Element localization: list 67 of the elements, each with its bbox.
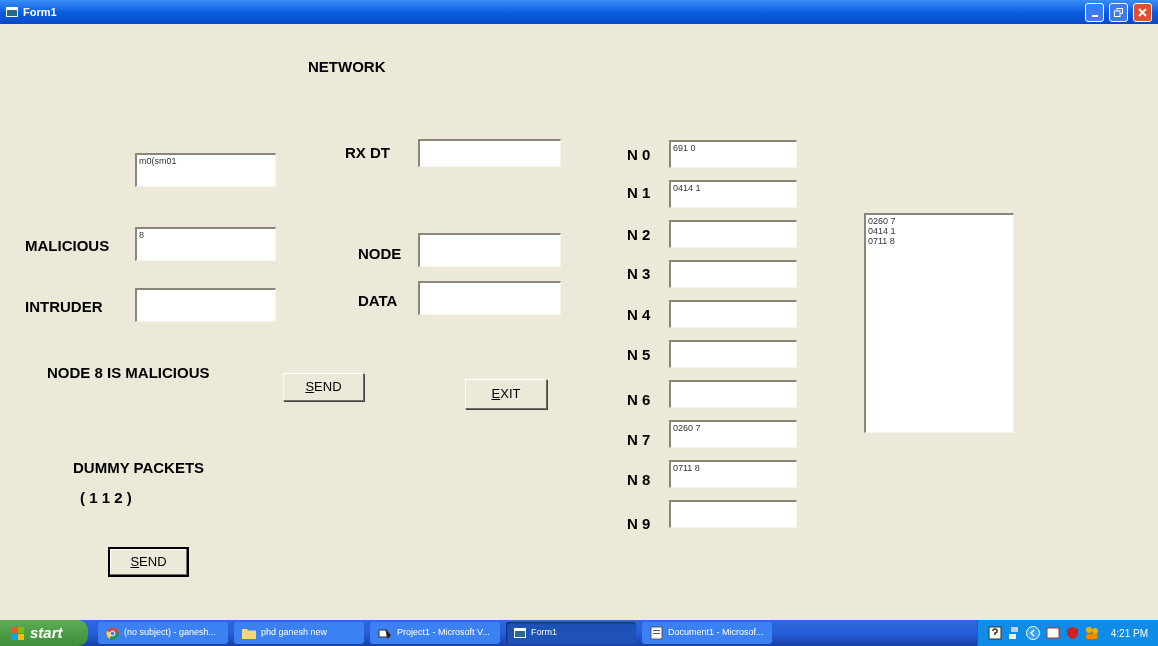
folder-icon xyxy=(242,627,256,639)
text-field[interactable] xyxy=(669,300,797,328)
text-field[interactable] xyxy=(418,233,561,267)
text-field[interactable] xyxy=(418,281,561,315)
text-field[interactable]: 0414 1 xyxy=(669,180,797,208)
text-field[interactable]: 8 xyxy=(135,227,276,261)
command-button[interactable]: SEND xyxy=(283,373,364,401)
form-label: NODE 8 IS MALICIOUS xyxy=(47,363,210,383)
text-field[interactable] xyxy=(669,380,797,408)
form-icon xyxy=(6,7,18,17)
monitor-icon[interactable] xyxy=(1045,626,1060,640)
text-field[interactable] xyxy=(418,139,561,167)
text-field[interactable]: 691 0 xyxy=(669,140,797,168)
taskbar-button[interactable]: Form1 xyxy=(506,622,636,644)
node-label: N 7 xyxy=(627,430,651,450)
text-field[interactable]: m0(sm01 xyxy=(135,153,276,187)
node-label: N 8 xyxy=(627,470,651,490)
node-label: N 4 xyxy=(627,305,651,325)
form-label: RX DT xyxy=(345,143,390,163)
people-icon[interactable] xyxy=(1084,626,1099,640)
taskbar-button[interactable]: Document1 - Microsof... xyxy=(642,622,772,644)
minimize-button[interactable] xyxy=(1085,2,1104,22)
node-label: N 3 xyxy=(627,264,651,284)
form-icon xyxy=(514,628,526,638)
windows-logo-icon xyxy=(10,625,26,641)
shield-icon[interactable] xyxy=(1065,626,1079,640)
help-icon[interactable] xyxy=(987,626,1002,640)
node-label: N 1 xyxy=(627,183,651,203)
form-label: NODE xyxy=(358,244,402,264)
list-box[interactable]: 0260 7 0414 1 0711 8 xyxy=(864,213,1014,433)
form-label: NETWORK xyxy=(308,57,386,77)
text-field[interactable] xyxy=(669,500,797,528)
node-label: N 9 xyxy=(627,514,651,534)
node-label: N 6 xyxy=(627,390,651,410)
form-label: DATA xyxy=(358,291,398,311)
chevron-icon[interactable] xyxy=(1025,626,1040,640)
browser-icon xyxy=(106,626,119,640)
restore-icon xyxy=(1114,7,1123,17)
close-button[interactable] xyxy=(1133,2,1152,22)
text-field[interactable] xyxy=(669,260,797,288)
taskbar-button[interactable]: phd ganesh new xyxy=(234,622,364,644)
text-field[interactable]: 0260 7 xyxy=(669,420,797,448)
network-icon[interactable] xyxy=(1007,626,1020,640)
node-label: N 0 xyxy=(627,145,651,165)
command-button[interactable]: EXIT xyxy=(465,379,547,409)
node-label: N 2 xyxy=(627,225,651,245)
text-field[interactable] xyxy=(135,288,276,322)
restore-button[interactable] xyxy=(1109,2,1128,22)
form-label: DUMMY PACKETS xyxy=(73,458,205,478)
form-label: MALICIOUS xyxy=(25,236,110,256)
taskbar-button[interactable]: Project1 - Microsoft V... xyxy=(370,622,500,644)
form-label: INTRUDER xyxy=(25,297,103,317)
command-button[interactable]: SEND xyxy=(108,547,189,577)
taskbar-button[interactable]: (no subject) - ganesh... xyxy=(98,622,228,644)
clock: 4:21 PM xyxy=(1109,626,1148,641)
list-item[interactable]: 0711 8 xyxy=(868,236,895,246)
document-icon xyxy=(650,626,663,640)
application-icon xyxy=(378,626,392,640)
window-title: Form1 xyxy=(23,4,57,20)
list-item[interactable]: 0414 1 xyxy=(868,226,896,236)
text-field[interactable] xyxy=(669,340,797,368)
close-icon xyxy=(1138,7,1147,17)
text-field[interactable] xyxy=(669,220,797,248)
node-label: N 5 xyxy=(627,345,651,365)
text-field[interactable]: 0711 8 xyxy=(669,460,797,488)
form-label: ( 1 1 2 ) xyxy=(80,488,132,508)
list-item[interactable]: 0260 7 xyxy=(868,216,896,226)
